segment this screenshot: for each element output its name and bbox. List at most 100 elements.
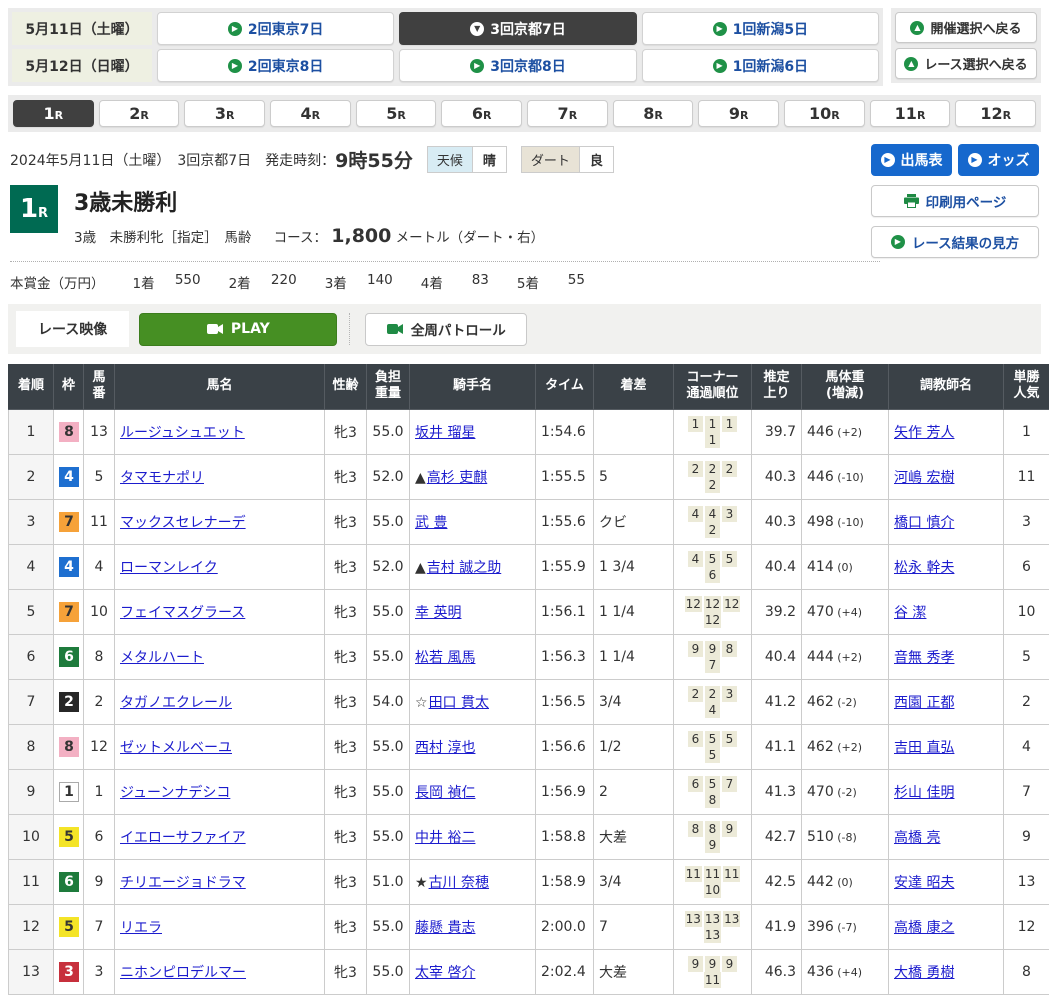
jockey-cell: 藤懸 貴志 — [410, 904, 536, 949]
print-page-button[interactable]: 印刷用ページ — [871, 185, 1039, 217]
horse-weight-value: 436 — [807, 964, 834, 980]
race-tab-1r[interactable]: 1R — [13, 100, 94, 127]
meeting-button-kyoto-7-selected[interactable]: ▼ 3回京都7日 — [399, 12, 636, 45]
race-tab-12r[interactable]: 12R — [955, 100, 1036, 127]
horse-name-link[interactable]: マックスセレナーデ — [120, 515, 246, 531]
horse-number: 6 — [84, 814, 115, 859]
play-video-button[interactable]: PLAY — [139, 313, 337, 346]
jockey-link[interactable]: 幸 英明 — [415, 605, 461, 621]
race-tab-3r[interactable]: 3R — [184, 100, 265, 127]
horse-name-link[interactable]: ニホンピロデルマー — [120, 965, 246, 981]
trainer-link[interactable]: 松永 幹夫 — [894, 560, 954, 576]
prize-3rd: 3着140 — [297, 272, 393, 292]
corner-position: 5 — [705, 731, 720, 747]
odds-button-label: オッズ — [988, 150, 1030, 170]
meeting-button-tokyo-7[interactable]: ▶ 2回東京7日 — [157, 12, 394, 45]
frame-number: 5 — [54, 904, 84, 949]
divider — [349, 313, 350, 345]
odds-button[interactable]: ▶ オッズ — [958, 144, 1039, 176]
results-guide-button[interactable]: ▶ レース結果の見方 — [871, 226, 1039, 258]
jockey-link[interactable]: 西村 淳也 — [415, 740, 475, 756]
finish-time: 2:00.0 — [536, 904, 594, 949]
trainer-link[interactable]: 高橋 康之 — [894, 920, 954, 936]
jockey-link[interactable]: 太宰 啓介 — [415, 965, 475, 981]
corner-position: 4 — [688, 506, 703, 522]
jockey-link[interactable]: 藤懸 貴志 — [415, 920, 475, 936]
trainer-link[interactable]: 谷 潔 — [894, 605, 926, 621]
trainer-cell: 大橋 勇樹 — [889, 949, 1004, 994]
race-tab-11r[interactable]: 11R — [870, 100, 951, 127]
horse-weight-value: 470 — [807, 784, 834, 800]
jockey-link[interactable]: 松若 風馬 — [415, 650, 475, 666]
race-tab-10r[interactable]: 10R — [784, 100, 865, 127]
race-tab-7r[interactable]: 7R — [527, 100, 608, 127]
jockey-link[interactable]: 長岡 禎仁 — [415, 785, 475, 801]
trainer-link[interactable]: 杉山 佳明 — [894, 785, 954, 801]
jockey-cell: 長岡 禎仁 — [410, 769, 536, 814]
horse-name-link[interactable]: ゼットメルベーユ — [120, 740, 232, 756]
horse-name-link[interactable]: ジューンナデシコ — [120, 785, 230, 801]
corner-position: 2 — [705, 461, 720, 477]
arrow-down-circle-icon: ▼ — [470, 22, 484, 36]
horse-name-link[interactable]: フェイマスグラース — [120, 605, 245, 621]
trainer-cell: 音無 秀孝 — [889, 634, 1004, 679]
result-row-5: 5710フェイマスグラース牝355.0幸 英明1:56.11 1/4121212… — [9, 589, 1049, 634]
meeting-button-niigata-6[interactable]: ▶ 1回新潟6日 — [642, 49, 879, 82]
prize-5th: 5着55 — [489, 272, 585, 292]
prize-amount: 220 — [251, 272, 297, 292]
win-popularity: 1 — [1004, 409, 1049, 454]
meeting-button-niigata-5[interactable]: ▶ 1回新潟5日 — [642, 12, 879, 45]
trainer-link[interactable]: 音無 秀孝 — [894, 650, 954, 666]
back-to-race-select-button[interactable]: ▲ レース選択へ戻る — [895, 48, 1037, 79]
jockey-cell: 西村 淳也 — [410, 724, 536, 769]
trainer-link[interactable]: 大橋 勇樹 — [894, 965, 954, 981]
horse-name-link[interactable]: タマモナポリ — [120, 470, 204, 486]
video-camera-icon — [387, 323, 403, 335]
meeting-button-tokyo-8[interactable]: ▶ 2回東京8日 — [157, 49, 394, 82]
race-tab-4r[interactable]: 4R — [270, 100, 351, 127]
race-tab-6r[interactable]: 6R — [441, 100, 522, 127]
jockey-link[interactable]: 坂井 瑠星 — [415, 425, 475, 441]
win-popularity: 5 — [1004, 634, 1049, 679]
race-tab-9r[interactable]: 9R — [698, 100, 779, 127]
meeting-button-kyoto-8[interactable]: ▶ 3回京都8日 — [399, 49, 636, 82]
trainer-link[interactable]: 橋口 慎介 — [894, 515, 954, 531]
last-3f-time: 40.3 — [752, 454, 802, 499]
jockey-link[interactable]: 古川 奈穂 — [429, 875, 489, 891]
horse-name-link[interactable]: タガノエクレール — [120, 695, 232, 711]
patrol-video-button[interactable]: 全周パトロール — [365, 313, 527, 346]
corner-position: 5 — [705, 776, 720, 792]
frame-badge: 7 — [59, 512, 79, 532]
horse-name-link[interactable]: ルージュシュエット — [120, 425, 245, 441]
horse-weight: 470 (+4) — [802, 589, 889, 634]
jockey-link[interactable]: 高杉 吏麒 — [427, 470, 487, 486]
trainer-link[interactable]: 吉田 直弘 — [894, 740, 954, 756]
jockey-link[interactable]: 吉村 誠之助 — [427, 560, 501, 576]
horse-name-link[interactable]: リエラ — [120, 920, 162, 936]
horse-name-link[interactable]: ローマンレイク — [120, 560, 218, 576]
corner-position: 12 — [704, 596, 721, 612]
finish-time: 1:56.5 — [536, 679, 594, 724]
trainer-link[interactable]: 矢作 芳人 — [894, 425, 954, 441]
trainer-link[interactable]: 河嶋 宏樹 — [894, 470, 954, 486]
course-distance: 1,800 — [331, 225, 391, 247]
horse-name-cell: リエラ — [115, 904, 325, 949]
frame-number: 4 — [54, 454, 84, 499]
horse-name-link[interactable]: メタルハート — [120, 650, 204, 666]
jockey-link[interactable]: 田口 貫太 — [429, 695, 489, 711]
race-tab-5r[interactable]: 5R — [356, 100, 437, 127]
jockey-link[interactable]: 武 豊 — [415, 515, 447, 531]
race-tab-8r[interactable]: 8R — [613, 100, 694, 127]
meeting-button-label: 1回新潟5日 — [733, 19, 808, 39]
arrow-right-circle-icon: ▶ — [713, 22, 727, 36]
frame-number: 7 — [54, 499, 84, 544]
trainer-cell: 橋口 慎介 — [889, 499, 1004, 544]
horse-name-link[interactable]: チリエージョドラマ — [120, 875, 246, 891]
horse-weight-value: 414 — [807, 559, 834, 575]
race-tab-2r[interactable]: 2R — [99, 100, 180, 127]
frame-number: 7 — [54, 589, 84, 634]
entries-button[interactable]: ▶ 出馬表 — [871, 144, 952, 176]
trainer-link[interactable]: 西園 正都 — [894, 695, 954, 711]
trainer-link[interactable]: 安達 昭夫 — [894, 875, 954, 891]
back-to-meeting-select-button[interactable]: ▲ 開催選択へ戻る — [895, 12, 1037, 43]
